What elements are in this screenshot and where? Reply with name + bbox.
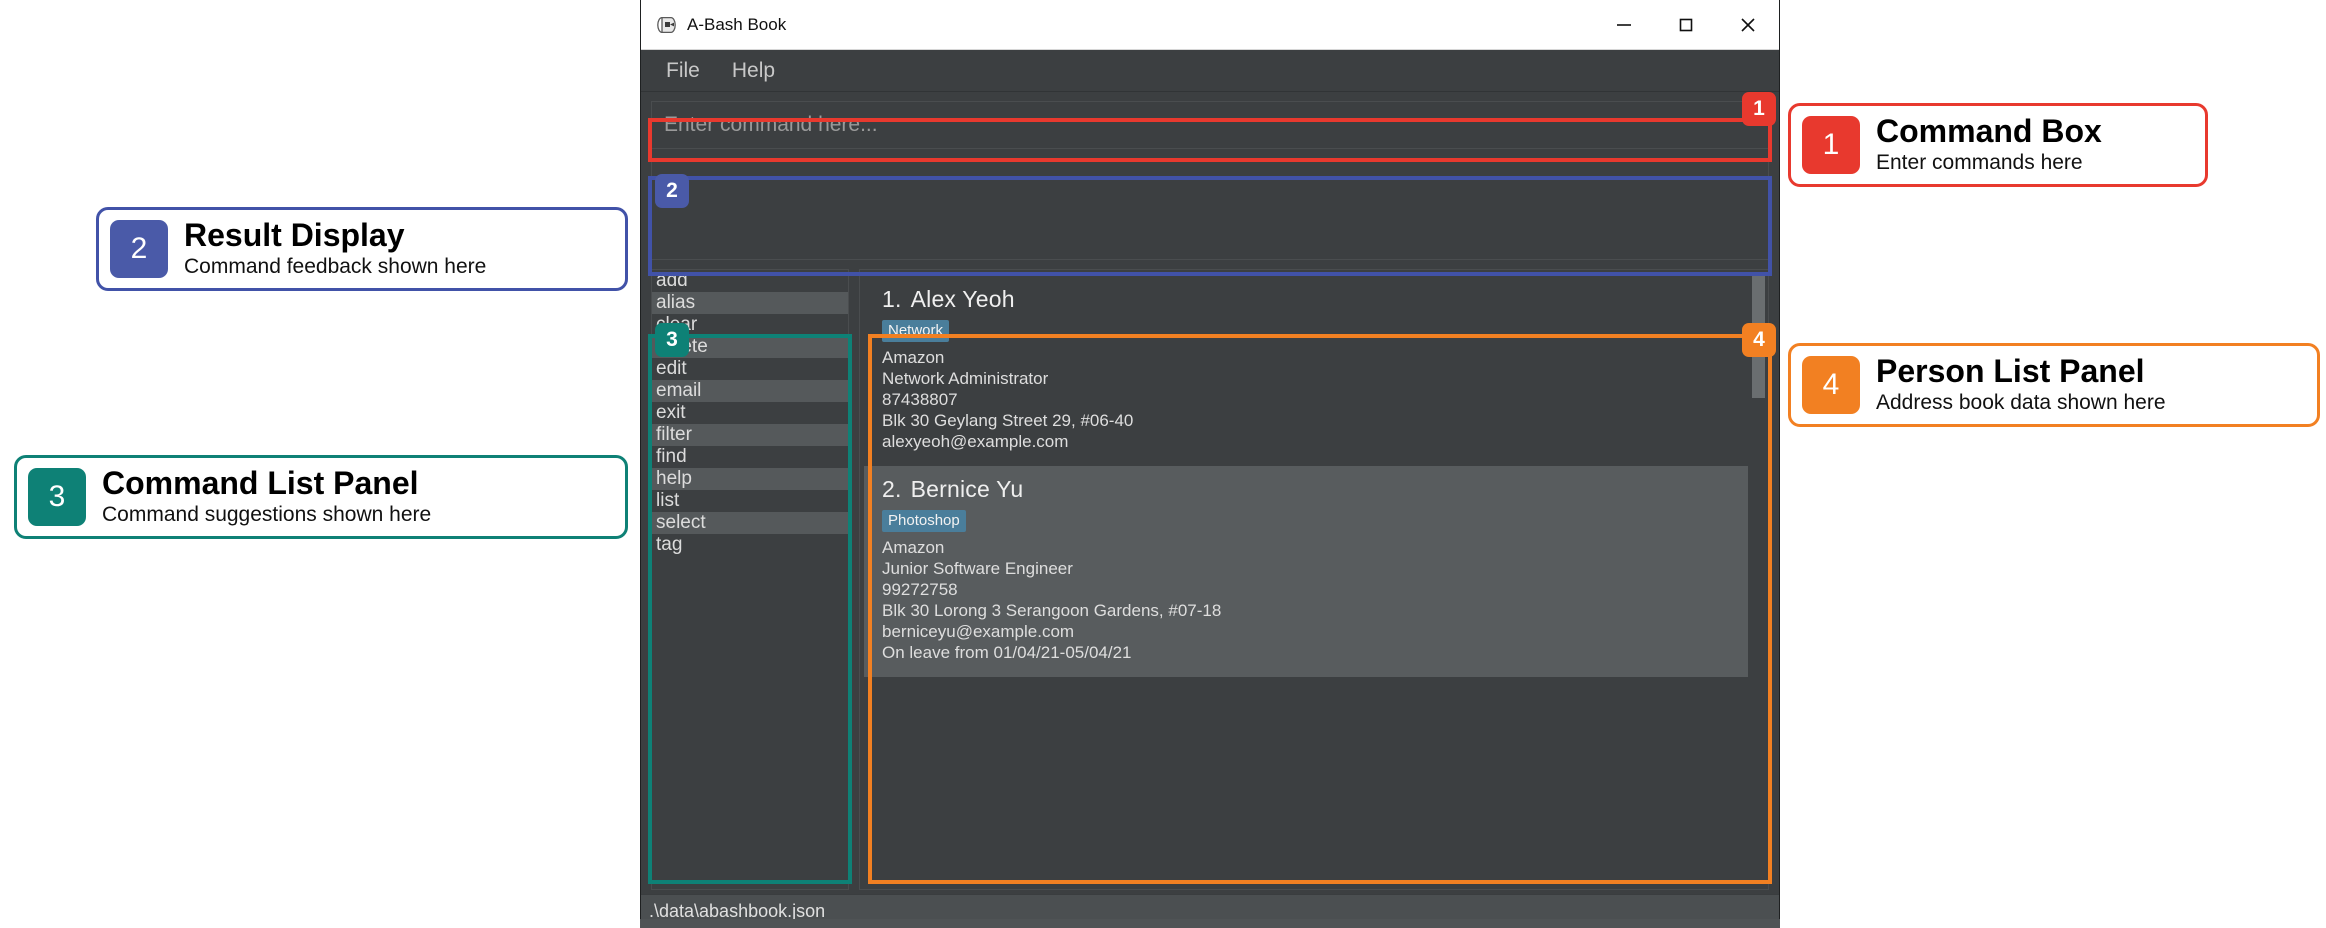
book-box-icon [655, 14, 677, 36]
callout-subtitle-1: Enter commands here [1876, 150, 2083, 174]
person-company: Amazon [882, 348, 945, 367]
person-list-scrollbar[interactable] [1752, 276, 1765, 885]
chip-4: 4 [1742, 323, 1776, 357]
callout-person-list: 4 Person List Panel Address book data sh… [1788, 343, 2320, 427]
command-list-region: addaliascleardeleteeditemailexitfilterfi… [651, 269, 849, 890]
callout-title-4: Person List Panel [1876, 353, 2145, 389]
person-company: Amazon [882, 538, 945, 558]
person-address: Blk 30 Geylang Street 29, #06-40 [882, 411, 1134, 431]
callout-subtitle-2: Command feedback shown here [184, 254, 487, 278]
window-bottom-strip [640, 919, 1780, 928]
chip-2: 2 [655, 174, 689, 208]
command-list-item[interactable]: email [652, 380, 848, 402]
callout-number-3: 3 [28, 467, 86, 526]
minimize-icon[interactable] [1593, 0, 1655, 49]
command-input[interactable]: Enter command here... [651, 101, 1769, 149]
person-card[interactable]: 2. Bernice Yu Photoshop Amazon Junior Softwa… [864, 466, 1748, 678]
person-phone: 87438807 [882, 390, 958, 410]
person-name: 2. Bernice Yu [882, 476, 1024, 503]
chip-1: 1 [1742, 92, 1776, 126]
window-controls [1593, 0, 1779, 49]
command-list-item[interactable]: edit [652, 358, 848, 380]
callout-title-1: Command Box [1876, 113, 2102, 149]
title-bar: A-Bash Book [641, 0, 1779, 50]
callout-subtitle-4: Address book data shown here [1876, 390, 2166, 414]
callout-title-2: Result Display [184, 217, 405, 253]
command-list-item[interactable]: filter [652, 424, 848, 446]
callout-result-display: 2 Result Display Command feedback shown … [96, 207, 628, 291]
command-list-item[interactable]: exit [652, 402, 848, 424]
lower-split: addaliascleardeleteeditemailexitfilterfi… [651, 269, 1769, 894]
person-index: 2. [882, 476, 902, 503]
chip-3: 3 [655, 323, 689, 357]
person-role: Network Administrator [882, 369, 1049, 389]
result-display-region [651, 158, 1769, 260]
callout-number-2: 2 [110, 219, 168, 278]
person-index: 1. [882, 286, 902, 312]
menu-bar: File Help [641, 50, 1779, 92]
person-name: 1. Alex Yeoh [882, 286, 1015, 312]
callout-subtitle-3: Command suggestions shown here [102, 502, 432, 526]
callout-command-list: 3 Command List Panel Command suggestions… [14, 455, 628, 539]
title-bar-left: A-Bash Book [641, 14, 786, 36]
person-email: berniceyu@example.com [882, 622, 1075, 642]
app-window: A-Bash Book File Help Enter command here… [640, 0, 1780, 928]
close-icon[interactable] [1717, 0, 1779, 49]
command-list-item[interactable]: tag [652, 534, 848, 556]
person-phone: 99272758 [882, 580, 958, 600]
callout-number-4: 4 [1802, 355, 1860, 414]
person-role: Junior Software Engineer [882, 559, 1073, 579]
maximize-icon[interactable] [1655, 0, 1717, 49]
person-note: On leave from 01/04/21-05/04/21 [882, 643, 1132, 663]
command-box-region: Enter command here... [651, 101, 1769, 149]
menu-item-help[interactable]: Help [721, 56, 786, 86]
command-list-item[interactable]: select [652, 512, 848, 534]
person-tag: Photoshop [882, 510, 966, 533]
command-list-item[interactable]: help [652, 468, 848, 490]
command-input-placeholder: Enter command here... [664, 113, 878, 136]
callout-number-1: 1 [1802, 115, 1860, 174]
person-email: alexyeoh@example.com [882, 432, 1069, 452]
command-list-item[interactable]: alias [652, 292, 848, 314]
command-list-item[interactable]: list [652, 490, 848, 512]
person-address: Blk 30 Lorong 3 Serangoon Gardens, #07-1… [882, 601, 1222, 621]
callout-title-3: Command List Panel [102, 465, 419, 501]
command-list-item[interactable]: add [652, 270, 848, 292]
person-list-region: 1. Alex Yeoh Network Amazon Network Administ… [859, 269, 1769, 890]
app-title: A-Bash Book [687, 14, 787, 34]
screenshot-root: A-Bash Book File Help Enter command here… [0, 0, 2326, 928]
callout-command-box: 1 Command Box Enter commands here [1788, 103, 2208, 187]
menu-item-file[interactable]: File [655, 56, 711, 86]
command-list-item[interactable]: find [652, 446, 848, 468]
command-list[interactable]: addaliascleardeleteeditemailexitfilterfi… [651, 269, 849, 890]
person-card[interactable]: 1. Alex Yeoh Network Amazon Network Administ… [864, 276, 1748, 467]
person-list[interactable]: 1. Alex Yeoh Network Amazon Network Administ… [859, 269, 1769, 890]
person-tag: Network [882, 320, 950, 342]
result-display [651, 158, 1769, 260]
app-body: Enter command here... addaliascleardelet… [641, 92, 1779, 894]
